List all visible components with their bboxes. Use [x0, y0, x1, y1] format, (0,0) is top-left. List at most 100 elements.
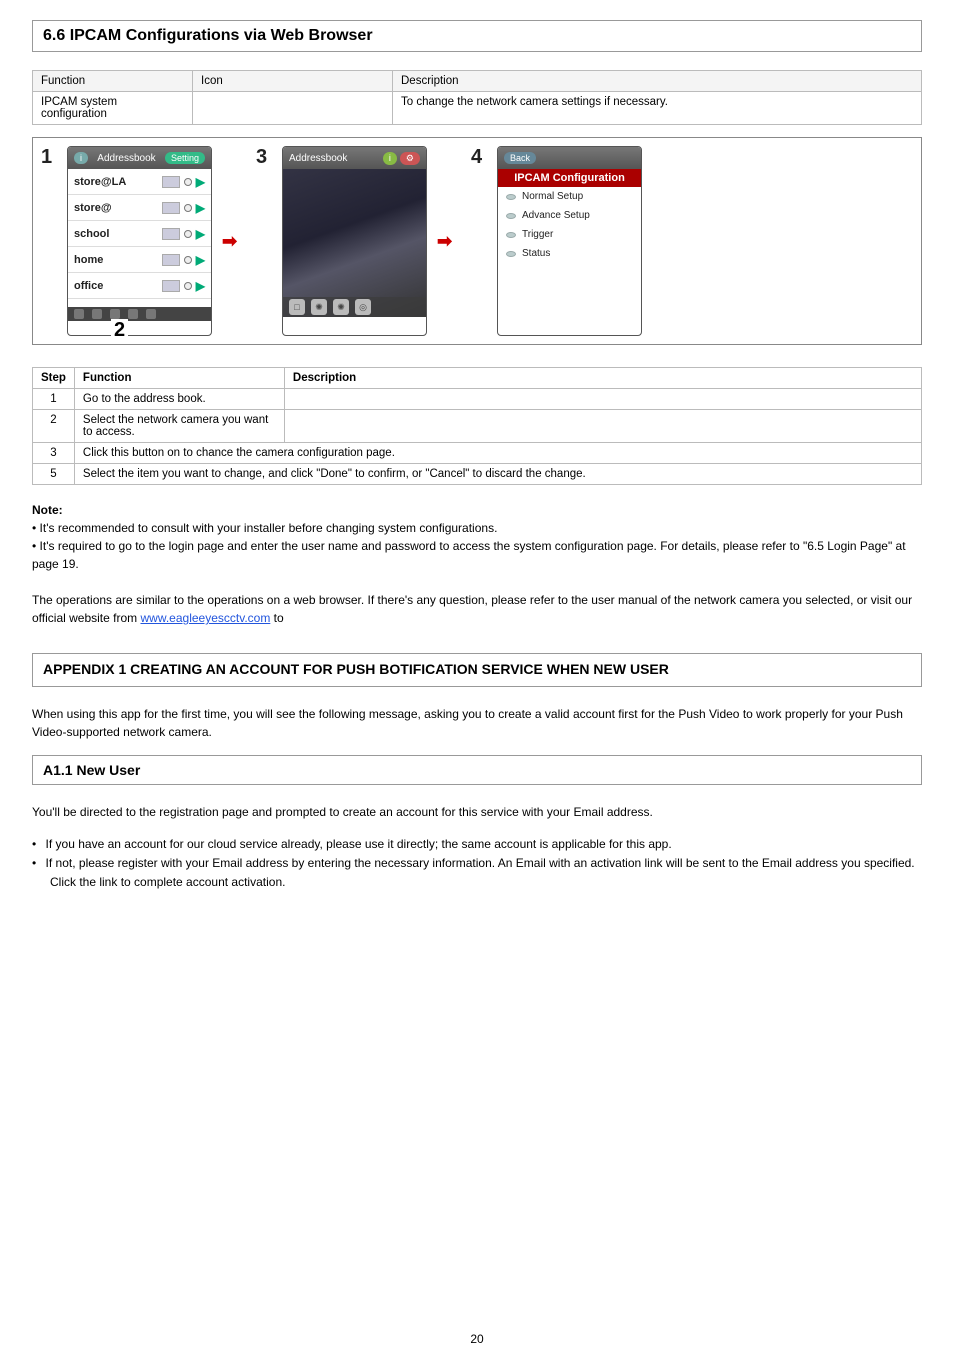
radio-icon: [184, 178, 192, 186]
to-word: to: [270, 611, 283, 625]
camera-toolbar: □ ✺ ✺ ◎: [283, 297, 426, 317]
steps-table: Step Function Description 1 Go to the ad…: [32, 367, 922, 485]
step-func-3: Click this button on to chance the camer…: [74, 443, 921, 464]
cfg-item-advance[interactable]: Advance Setup: [498, 206, 641, 225]
thumb-icon: [162, 176, 180, 188]
panel-live-view: Addressbook i ⚙ □ ✺ ✺ ◎: [282, 146, 427, 336]
live-title: Addressbook: [289, 153, 347, 164]
setting-button[interactable]: Setting: [165, 152, 205, 164]
config-header-bar: Back: [498, 147, 641, 169]
step-col-num: Step: [33, 368, 75, 389]
cfg-item-trigger[interactable]: Trigger: [498, 225, 641, 244]
section-a-heading-box: A1.1 New User: [32, 755, 922, 785]
function-table: Function Icon Description IPCAM system c…: [32, 70, 922, 125]
gear-icon[interactable]: ✺: [311, 299, 327, 315]
step-desc-1: [284, 389, 921, 410]
section-heading-box: 6.6 IPCAM Configurations via Web Browser: [32, 20, 922, 52]
step-func-2: Select the network camera you want to ac…: [74, 410, 284, 443]
go-icon[interactable]: ▶: [196, 227, 205, 241]
step-func-1: Go to the address book.: [74, 389, 284, 410]
go-icon[interactable]: ▶: [196, 201, 205, 215]
radio-icon: [184, 230, 192, 238]
bullet-2: If not, please register with your Email …: [50, 854, 922, 892]
step-num-1: 1: [33, 389, 75, 410]
figure-label-2: 2: [111, 319, 128, 342]
target-icon[interactable]: ◎: [355, 299, 371, 315]
bullet-icon: [506, 251, 516, 257]
official-link[interactable]: www.eagleeyescctv.com: [141, 611, 271, 625]
section-a-heading: A1.1 New User: [43, 762, 140, 778]
addressbook-title: Addressbook: [97, 153, 155, 164]
arrow-icon: ➡: [222, 231, 246, 252]
notes-block: Note: It's recommended to consult with y…: [32, 501, 922, 627]
cell-function: IPCAM system configuration: [33, 92, 193, 125]
abook-label-3: school: [74, 228, 109, 240]
cfg-item-status[interactable]: Status: [498, 244, 641, 263]
info-icon[interactable]: i: [383, 152, 397, 165]
figure-label-3: 3: [256, 146, 272, 169]
cfg-label-status: Status: [522, 248, 550, 259]
config-title: IPCAM Configuration: [498, 169, 641, 187]
thumb-icon: [162, 254, 180, 266]
step-num-5: 5: [33, 464, 75, 485]
abook-row-2[interactable]: store@ ▶: [68, 195, 211, 221]
radio-icon: [184, 204, 192, 212]
back-button[interactable]: Back: [504, 152, 536, 164]
step-col-func: Function: [74, 368, 284, 389]
radio-icon: [184, 256, 192, 264]
cell-desc: To change the network camera settings if…: [393, 92, 922, 125]
go-icon[interactable]: ▶: [196, 253, 205, 267]
go-icon[interactable]: ▶: [196, 279, 205, 293]
go-icon[interactable]: ▶: [196, 175, 205, 189]
col-desc: Description: [393, 71, 922, 92]
section-a-bullets: If you have an account for our cloud ser…: [50, 835, 922, 893]
info-icon[interactable]: i: [74, 152, 88, 164]
step-desc-2: [284, 410, 921, 443]
note-2: It's required to go to the login page an…: [32, 537, 922, 573]
abook-row-3[interactable]: school ▶: [68, 221, 211, 247]
cell-icon: [193, 92, 393, 125]
thumb-icon: [162, 280, 180, 292]
bullet-icon: [506, 213, 516, 219]
cfg-label-trigger: Trigger: [522, 229, 553, 240]
appendix-heading-box: APPENDIX 1 CREATING AN ACCOUNT FOR PUSH …: [32, 653, 922, 687]
gear-icon[interactable]: ⚙: [400, 152, 420, 165]
section-heading: 6.6 IPCAM Configurations via Web Browser: [43, 27, 911, 45]
bottom-toolbar: [68, 307, 211, 321]
section-a-text: You'll be directed to the registration p…: [32, 803, 922, 821]
bullet-icon: [506, 232, 516, 238]
cam-icon[interactable]: □: [289, 299, 305, 315]
figure-panels: 1 i Addressbook Setting store@LA ▶ store…: [32, 137, 922, 345]
abook-row-5[interactable]: office ▶: [68, 273, 211, 299]
abook-row-1[interactable]: store@LA ▶: [68, 169, 211, 195]
radio-icon: [184, 282, 192, 290]
step-num-3: 3: [33, 443, 75, 464]
bullet-1: If you have an account for our cloud ser…: [50, 835, 922, 854]
abook-row-4[interactable]: home ▶: [68, 247, 211, 273]
step-num-2: 2: [33, 410, 75, 443]
col-icon: Icon: [193, 71, 393, 92]
bullet-icon: [506, 194, 516, 200]
cfg-item-normal[interactable]: Normal Setup: [498, 187, 641, 206]
live-header: Addressbook i ⚙: [283, 147, 426, 169]
note-1: It's recommended to consult with your in…: [32, 519, 922, 537]
thumb-icon: [162, 228, 180, 240]
step-func-5: Select the item you want to change, and …: [74, 464, 921, 485]
page-number: 20: [470, 1332, 483, 1346]
gear-icon[interactable]: ✺: [333, 299, 349, 315]
addressbook-header: i Addressbook Setting: [68, 147, 211, 169]
cfg-label-normal: Normal Setup: [522, 191, 583, 202]
thumb-icon: [162, 202, 180, 214]
col-function: Function: [33, 71, 193, 92]
camera-feed: □ ✺ ✺ ◎: [283, 169, 426, 317]
abook-label-1: store@LA: [74, 176, 126, 188]
appendix-text: When using this app for the first time, …: [32, 705, 922, 741]
panel-addressbook: i Addressbook Setting store@LA ▶ store@ …: [67, 146, 212, 336]
step-col-desc: Description: [284, 368, 921, 389]
figure-label-4: 4: [471, 146, 487, 169]
cfg-label-advance: Advance Setup: [522, 210, 590, 221]
abook-label-5: office: [74, 280, 103, 292]
figure-label-1: 1: [41, 146, 57, 169]
panel-config: Back IPCAM Configuration Normal Setup Ad…: [497, 146, 642, 336]
abook-label-2: store@: [74, 202, 112, 214]
